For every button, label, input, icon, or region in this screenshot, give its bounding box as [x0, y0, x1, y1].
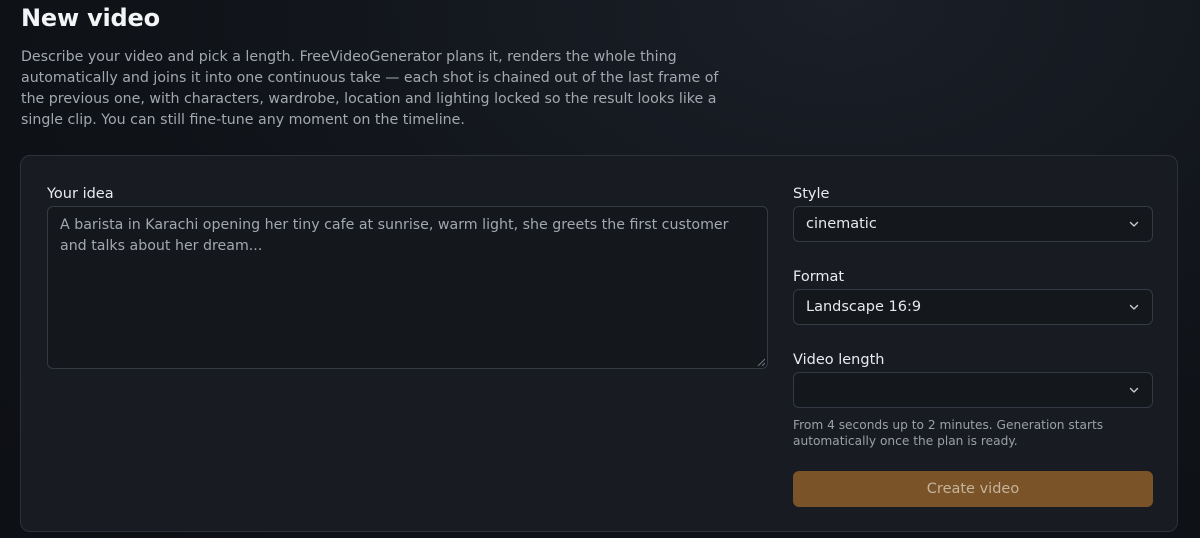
style-label: Style [793, 186, 830, 202]
format-select-value: Landscape 16:9 [806, 299, 922, 315]
style-select[interactable]: cinematic [793, 206, 1153, 242]
idea-textarea[interactable]: A barista in Karachi opening her tiny ca… [47, 206, 768, 369]
video-length-select[interactable] [793, 372, 1153, 408]
video-length-label: Video length [793, 352, 885, 368]
style-select-value: cinematic [806, 216, 877, 232]
page-description: Describe your video and pick a length. F… [21, 49, 719, 128]
chevron-down-icon [1128, 384, 1140, 396]
create-video-button[interactable]: Create video [793, 471, 1153, 507]
format-select[interactable]: Landscape 16:9 [793, 289, 1153, 325]
resize-handle-icon[interactable] [757, 358, 765, 366]
idea-label: Your idea [47, 186, 114, 202]
page-title: New video [21, 4, 160, 32]
format-label: Format [793, 269, 845, 285]
video-length-help: From 4 seconds up to 2 minutes. Generati… [793, 418, 1104, 448]
new-video-form-card: Your idea A barista in Karachi opening h… [20, 155, 1178, 532]
idea-placeholder: A barista in Karachi opening her tiny ca… [60, 217, 729, 254]
chevron-down-icon [1128, 301, 1140, 313]
chevron-down-icon [1128, 218, 1140, 230]
